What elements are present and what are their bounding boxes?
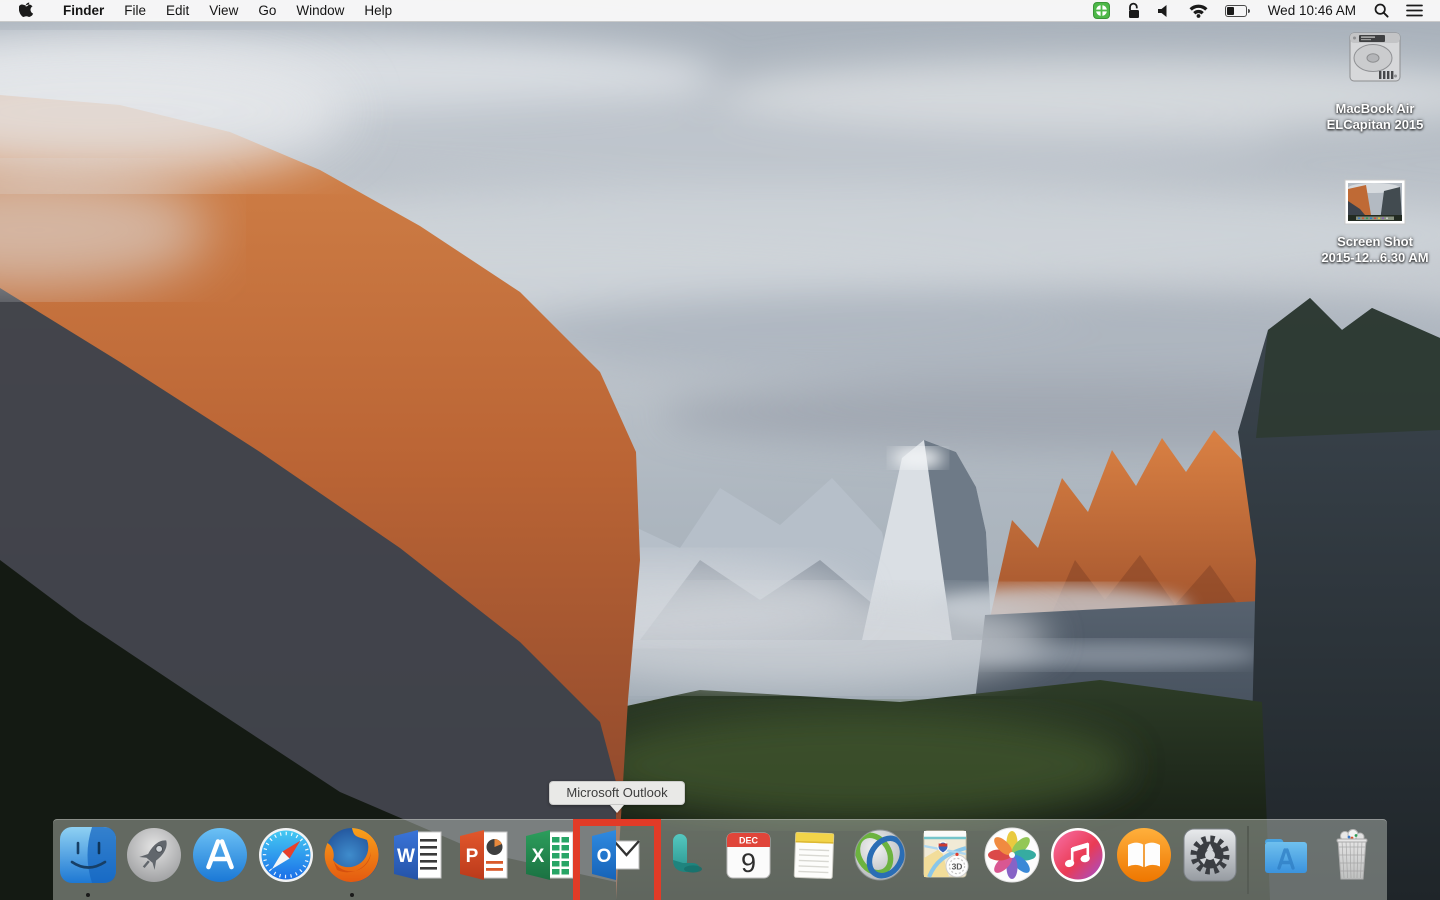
dock-item-outlook[interactable]: O	[587, 826, 645, 884]
menu-window[interactable]: Window	[286, 0, 354, 21]
firefox-running-indicator	[350, 893, 354, 897]
desktop: Finder File Edit View Go Window Help Wed…	[0, 0, 1440, 900]
menu-bar-clock[interactable]: Wed 10:46 AM	[1263, 3, 1361, 18]
dock-item-launchpad[interactable]	[125, 826, 183, 884]
spotlight-icon[interactable]	[1370, 0, 1393, 22]
desktop-icon-hard-drive[interactable]: MacBook Air ELCapitan 2015	[1326, 30, 1424, 133]
tooltip-arrow	[610, 805, 624, 813]
menu-edit[interactable]: Edit	[156, 0, 199, 21]
calendar-month: DEC	[739, 836, 759, 846]
antivirus-shield-icon[interactable]	[1089, 0, 1114, 22]
menu-finder[interactable]: Finder	[53, 0, 114, 21]
calendar-day: 9	[741, 848, 756, 878]
screenshot-thumbnail-icon	[1344, 179, 1406, 230]
notification-center-icon[interactable]	[1402, 0, 1427, 22]
apple-menu-icon[interactable]	[19, 2, 34, 19]
menu-file[interactable]: File	[114, 0, 156, 21]
menu-go[interactable]: Go	[248, 0, 286, 21]
dock-item-notes[interactable]	[785, 826, 843, 884]
dock-item-system-preferences[interactable]	[1181, 826, 1239, 884]
wifi-icon[interactable]	[1185, 0, 1212, 22]
tooltip-text: Microsoft Outlook	[549, 781, 685, 805]
dock-item-app-store[interactable]	[191, 826, 249, 884]
dock-item-powerpoint[interactable]: P	[455, 826, 513, 884]
outlook-letter: O	[597, 846, 612, 867]
dock-item-applications-folder[interactable]	[1257, 826, 1315, 884]
menu-view[interactable]: View	[199, 0, 248, 21]
word-letter: W	[397, 846, 415, 867]
hard-drive-icon	[1343, 30, 1407, 97]
drive-label-line1: MacBook Air	[1335, 101, 1415, 116]
dock-item-word[interactable]: W	[389, 826, 447, 884]
screenshot-label-line2: 2015-12...6.30 AM	[1321, 250, 1429, 265]
dock-item-maps[interactable]: 3D	[917, 826, 975, 884]
excel-letter: X	[532, 846, 545, 867]
lock-icon[interactable]	[1123, 0, 1145, 22]
powerpoint-letter: P	[466, 846, 479, 867]
desktop-icon-area: MacBook Air ELCapitan 2015 Screen Shot 2…	[1308, 30, 1440, 284]
menu-bar: Finder File Edit View Go Window Help Wed…	[0, 0, 1440, 22]
screenshot-label-line1: Screen Shot	[1337, 234, 1413, 249]
drive-label-line2: ELCapitan 2015	[1326, 117, 1424, 132]
dock-item-lync[interactable]	[653, 826, 711, 884]
menu-help[interactable]: Help	[354, 0, 402, 21]
battery-icon[interactable]	[1221, 0, 1254, 22]
dock-item-firefox[interactable]	[323, 826, 381, 897]
maps-3d-badge: 3D	[952, 862, 963, 872]
dock-item-safari[interactable]	[257, 826, 315, 884]
dock-item-calendar[interactable]: DEC 9	[719, 826, 777, 884]
dock-item-photos[interactable]	[983, 826, 1041, 884]
dock-item-finder[interactable]	[59, 826, 117, 897]
volume-icon[interactable]	[1154, 0, 1176, 22]
dock-tooltip: Microsoft Outlook	[549, 781, 685, 813]
dock-item-itunes[interactable]	[1049, 826, 1107, 884]
dock: W P X O DEC 9 3D	[53, 819, 1387, 900]
desktop-icon-screenshot[interactable]: Screen Shot 2015-12...6.30 AM	[1321, 179, 1429, 266]
finder-running-indicator	[86, 893, 90, 897]
dock-item-excel[interactable]: X	[521, 826, 579, 884]
dock-divider	[1247, 826, 1249, 894]
dock-item-cisco-anyconnect[interactable]	[851, 826, 909, 884]
desktop-wallpaper	[0, 0, 1440, 900]
dock-item-ibooks[interactable]	[1115, 826, 1173, 884]
dock-item-trash[interactable]	[1323, 826, 1381, 884]
